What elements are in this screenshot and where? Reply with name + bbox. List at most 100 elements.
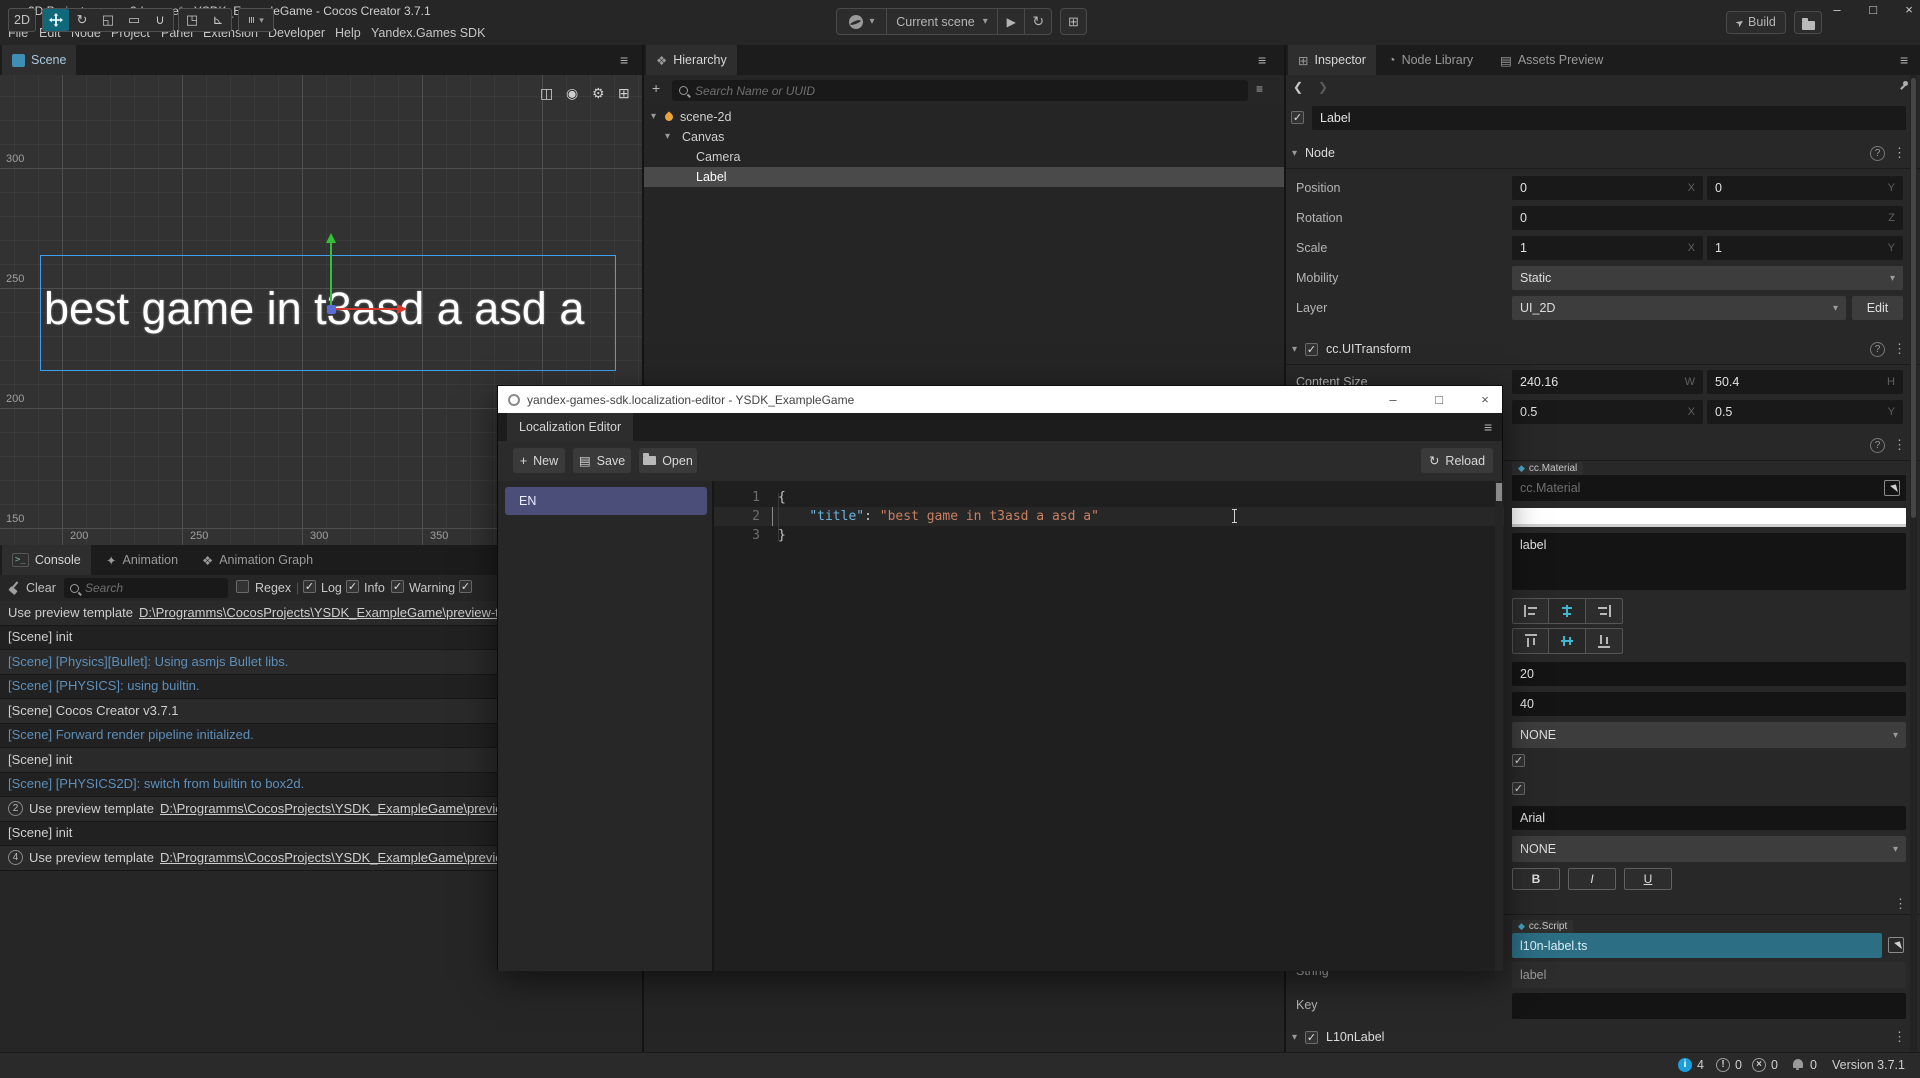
position-x-field[interactable]: 0X xyxy=(1512,176,1703,200)
clear-button[interactable]: Clear xyxy=(26,581,56,595)
align-left-button[interactable] xyxy=(1512,598,1549,624)
open-project-folder-button[interactable] xyxy=(1794,11,1822,34)
overflow-dropdown[interactable]: NONE▾ xyxy=(1512,722,1906,748)
bell-icon[interactable] xyxy=(1793,1059,1803,1068)
caret-down-icon[interactable]: ▾ xyxy=(665,127,670,147)
nav-forward-icon[interactable]: ❯ xyxy=(1318,80,1328,94)
hierarchy-menu-icon[interactable]: ≡ xyxy=(1258,52,1266,68)
tree-node-camera[interactable]: Camera xyxy=(644,147,1284,167)
scene-label-text[interactable]: best game in t3asd a asd a xyxy=(44,283,584,335)
label-checkbox-2[interactable]: ✓ xyxy=(1512,782,1525,795)
rect-tool-button[interactable]: ▭ xyxy=(121,9,147,31)
asset-picker-icon[interactable] xyxy=(1888,937,1904,953)
asset-picker-icon[interactable] xyxy=(1884,480,1900,496)
play-button[interactable]: ▶ xyxy=(998,9,1025,34)
language-item-en[interactable]: EN xyxy=(505,487,707,515)
dialog-titlebar[interactable]: yandex-games-sdk.localization-editor - Y… xyxy=(498,386,1502,413)
align-top-button[interactable] xyxy=(1512,628,1549,654)
error-checkbox[interactable]: ✓ xyxy=(459,580,472,593)
reload-button[interactable]: ↻Reload xyxy=(1421,448,1493,473)
log-checkbox[interactable]: ✓ xyxy=(303,580,316,593)
content-height-field[interactable]: 50.4H xyxy=(1707,370,1903,394)
help-icon[interactable]: ? xyxy=(1870,146,1885,161)
help-icon[interactable]: ? xyxy=(1870,342,1885,357)
italic-button[interactable]: I xyxy=(1568,868,1616,890)
label-checkbox-1[interactable]: ✓ xyxy=(1512,754,1525,767)
dialog-menu-icon[interactable]: ≡ xyxy=(1484,419,1492,435)
color-swatch[interactable] xyxy=(1512,508,1906,527)
inspector-scrollbar[interactable] xyxy=(1910,75,1917,1052)
gizmo-y-axis[interactable] xyxy=(330,243,332,309)
tab-console[interactable]: >_ Console xyxy=(2,545,91,575)
gizmo-anchor-handle[interactable] xyxy=(327,305,336,314)
caret-down-icon[interactable]: ▾ xyxy=(651,107,656,127)
tree-node-canvas[interactable]: ▾ Canvas xyxy=(644,127,1284,147)
new-button[interactable]: +New xyxy=(513,448,565,473)
node-name-field[interactable]: Label xyxy=(1312,106,1906,130)
dialog-minimize-button[interactable]: – xyxy=(1378,386,1408,413)
kebab-icon[interactable]: ⋮ xyxy=(1893,1029,1906,1045)
cache-mode-dropdown[interactable]: NONE▾ xyxy=(1512,836,1906,862)
font-family-field[interactable]: Arial xyxy=(1512,806,1906,830)
scene-select-dropdown[interactable]: Current scene ▾ xyxy=(887,9,997,34)
gizmo-settings-button[interactable]: ≡ ▾ xyxy=(238,8,274,32)
maximize-button[interactable]: □ xyxy=(1860,0,1886,20)
scale-tool-button[interactable]: ◱ xyxy=(95,9,121,31)
mode-2d-button[interactable]: 2D xyxy=(8,8,36,32)
align-middle-button[interactable] xyxy=(1549,628,1586,654)
hierarchy-search[interactable] xyxy=(672,80,1248,101)
open-button[interactable]: Open xyxy=(639,448,697,473)
uitransform-enabled-checkbox[interactable]: ✓ xyxy=(1305,343,1318,356)
scale-x-field[interactable]: 1X xyxy=(1512,236,1703,260)
hierarchy-search-input[interactable] xyxy=(695,84,1241,98)
add-node-button[interactable]: + xyxy=(652,80,660,96)
rotation-z-field[interactable]: 0Z xyxy=(1512,206,1903,230)
collapse-icon[interactable]: ▾ xyxy=(1292,148,1297,159)
tab-scene[interactable]: Scene xyxy=(2,45,76,75)
kebab-icon[interactable]: ⋮ xyxy=(1893,145,1906,161)
scale-y-field[interactable]: 1Y xyxy=(1707,236,1903,260)
camera-preview-icon[interactable]: ◉ xyxy=(566,85,578,102)
rotate-tool-button[interactable]: ↻ xyxy=(69,9,95,31)
menu-developer[interactable]: Developer xyxy=(268,22,325,45)
warning-checkbox[interactable]: ✓ xyxy=(391,580,404,593)
console-search[interactable] xyxy=(64,578,228,598)
nav-back-icon[interactable]: ❮ xyxy=(1293,80,1303,94)
tab-localization-editor[interactable]: Localization Editor xyxy=(507,413,633,441)
font-size-field[interactable]: 20 xyxy=(1512,662,1906,686)
inspector-menu-icon[interactable]: ≡ xyxy=(1900,52,1908,68)
underline-button[interactable]: U xyxy=(1624,868,1672,890)
tab-animation-graph[interactable]: ❖ Animation Graph xyxy=(192,545,323,575)
kebab-icon[interactable]: ⋮ xyxy=(1893,437,1906,453)
script-key-field[interactable] xyxy=(1512,993,1906,1019)
anchor-y-field[interactable]: 0.5Y xyxy=(1707,400,1903,424)
node-active-checkbox[interactable]: ✓ xyxy=(1291,111,1304,124)
preview-target-dropdown[interactable]: ▾ xyxy=(837,9,886,34)
tab-inspector[interactable]: ⊞ Inspector xyxy=(1288,45,1376,75)
refresh-scene-button[interactable]: ↻ xyxy=(1025,9,1051,34)
position-y-field[interactable]: 0Y xyxy=(1707,176,1903,200)
error-count-icon[interactable]: × xyxy=(1752,1058,1766,1072)
regex-checkbox[interactable] xyxy=(236,580,249,593)
help-icon[interactable]: ? xyxy=(1870,438,1885,453)
layer-dropdown[interactable]: UI_2D▾ xyxy=(1512,296,1846,320)
l10nlabel-enabled-checkbox[interactable]: ✓ xyxy=(1305,1031,1318,1044)
json-editor[interactable]: 1 2 3 { "title": "best game in t3asd a a… xyxy=(714,481,1504,971)
tab-hierarchy[interactable]: ❖ Hierarchy xyxy=(646,45,737,75)
bold-button[interactable]: B xyxy=(1512,868,1560,890)
tab-animation[interactable]: ✦ Animation xyxy=(96,545,188,575)
dialog-close-button[interactable]: × xyxy=(1470,386,1500,413)
scene-menu-icon[interactable]: ≡ xyxy=(620,52,628,68)
build-button[interactable]: ➤ Build xyxy=(1726,11,1786,34)
tree-node-scene[interactable]: ▾ scene-2d xyxy=(644,107,1284,127)
anchor-x-field[interactable]: 0.5X xyxy=(1512,400,1703,424)
tree-node-label-selected[interactable]: Label xyxy=(644,167,1284,187)
material-field[interactable]: cc.Material xyxy=(1512,475,1906,501)
scene-gear-icon[interactable]: ⚙ xyxy=(592,85,605,102)
console-search-input[interactable] xyxy=(85,581,222,595)
gizmo-x-axis[interactable] xyxy=(335,308,397,310)
menu-help[interactable]: Help xyxy=(335,22,361,45)
minimize-button[interactable]: – xyxy=(1824,0,1850,20)
content-width-field[interactable]: 240.16W xyxy=(1512,370,1703,394)
anchor-tool-button[interactable]: ∪ xyxy=(147,9,173,31)
